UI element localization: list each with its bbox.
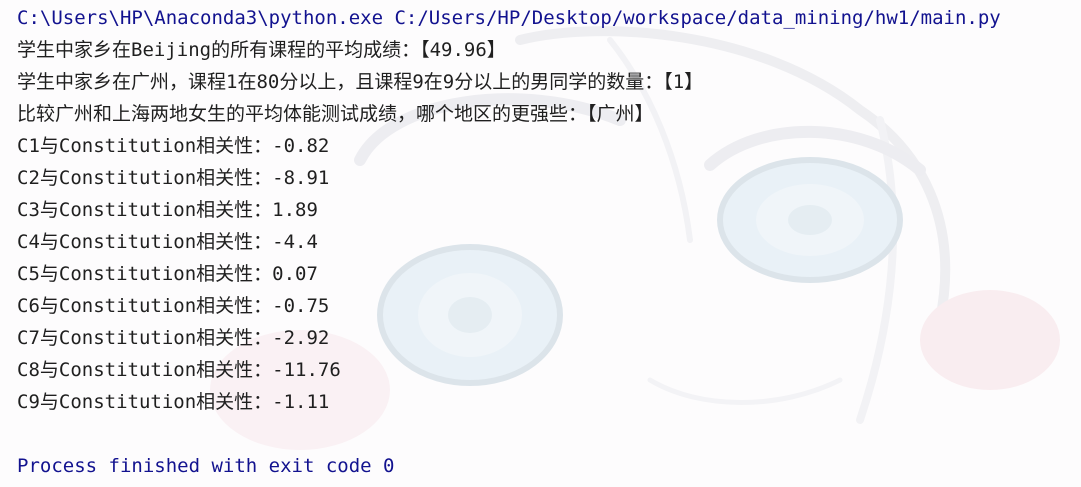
output-line: C7与Constitution相关性：-2.92 [17, 327, 330, 349]
output-line: 学生中家乡在Beijing的所有课程的平均成绩：【49.96】 [17, 39, 506, 61]
output-line: 学生中家乡在广州，课程1在80分以上，且课程9在9分以上的男同学的数量：【1】 [17, 71, 704, 93]
output-line: C6与Constitution相关性：-0.75 [17, 295, 330, 317]
output-line: C1与Constitution相关性：-0.82 [17, 135, 330, 157]
output-line: C3与Constitution相关性：1.89 [17, 199, 318, 221]
output-line: C5与Constitution相关性：0.07 [17, 263, 318, 285]
exit-message: Process finished with exit code 0 [17, 455, 395, 477]
output-line: C9与Constitution相关性：-1.11 [17, 391, 330, 413]
output-line: C2与Constitution相关性：-8.91 [17, 167, 330, 189]
run-console-output[interactable]: C:\Users\HP\Anaconda3\python.exe C:/User… [0, 0, 1081, 487]
command-line-text: C:\Users\HP\Anaconda3\python.exe C:/User… [17, 7, 1001, 29]
output-line: 比较广州和上海两地女生的平均体能测试成绩，哪个地区的更强些：【广州】 [17, 103, 654, 125]
output-line: C4与Constitution相关性：-4.4 [17, 231, 318, 253]
output-line: C8与Constitution相关性：-11.76 [17, 359, 341, 381]
